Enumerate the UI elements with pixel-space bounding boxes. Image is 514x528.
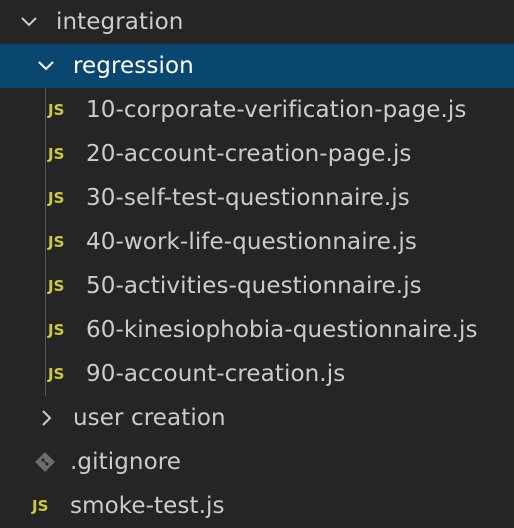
file-label: 10-corporate-verification-page.js <box>86 97 467 123</box>
js-file-icon: JS <box>48 365 65 383</box>
folder-label: user creation <box>73 405 226 431</box>
file-label: 60-kinesiophobia-questionnaire.js <box>86 317 478 343</box>
js-file-icon: JS <box>48 101 65 119</box>
file-smoke-test[interactable]: JS smoke-test.js <box>0 484 514 528</box>
chevron-right-icon <box>35 407 57 429</box>
file-item[interactable]: JS 50-activities-questionnaire.js <box>0 264 514 308</box>
chevron-down-icon <box>35 55 57 77</box>
file-item[interactable]: JS 30-self-test-questionnaire.js <box>0 176 514 220</box>
folder-label: regression <box>73 53 194 79</box>
js-file-icon: JS <box>48 233 65 251</box>
js-file-icon: JS <box>48 321 65 339</box>
chevron-down-icon <box>18 11 40 33</box>
file-label: 30-self-test-questionnaire.js <box>86 185 410 211</box>
file-label: 90-account-creation.js <box>86 361 346 387</box>
git-icon <box>32 451 58 473</box>
folder-regression[interactable]: regression <box>0 44 514 88</box>
file-label: 20-account-creation-page.js <box>86 141 412 167</box>
file-item[interactable]: JS 60-kinesiophobia-questionnaire.js <box>0 308 514 352</box>
file-label: .gitignore <box>70 449 182 475</box>
folder-user-creation[interactable]: user creation <box>0 396 514 440</box>
file-item[interactable]: JS 10-corporate-verification-page.js <box>0 88 514 132</box>
folder-integration[interactable]: integration <box>0 0 514 44</box>
file-explorer-tree: integration regression JS 10-corporate-v… <box>0 0 514 524</box>
js-file-icon: JS <box>48 145 65 163</box>
file-gitignore[interactable]: .gitignore <box>0 440 514 484</box>
file-label: smoke-test.js <box>70 493 225 519</box>
js-file-icon: JS <box>48 189 65 207</box>
file-item[interactable]: JS 20-account-creation-page.js <box>0 132 514 176</box>
file-item[interactable]: JS 90-account-creation.js <box>0 352 514 396</box>
file-label: 50-activities-questionnaire.js <box>86 273 422 299</box>
file-item[interactable]: JS 40-work-life-questionnaire.js <box>0 220 514 264</box>
folder-label: integration <box>56 9 184 35</box>
js-file-icon: JS <box>32 497 49 515</box>
file-label: 40-work-life-questionnaire.js <box>86 229 417 255</box>
js-file-icon: JS <box>48 277 65 295</box>
